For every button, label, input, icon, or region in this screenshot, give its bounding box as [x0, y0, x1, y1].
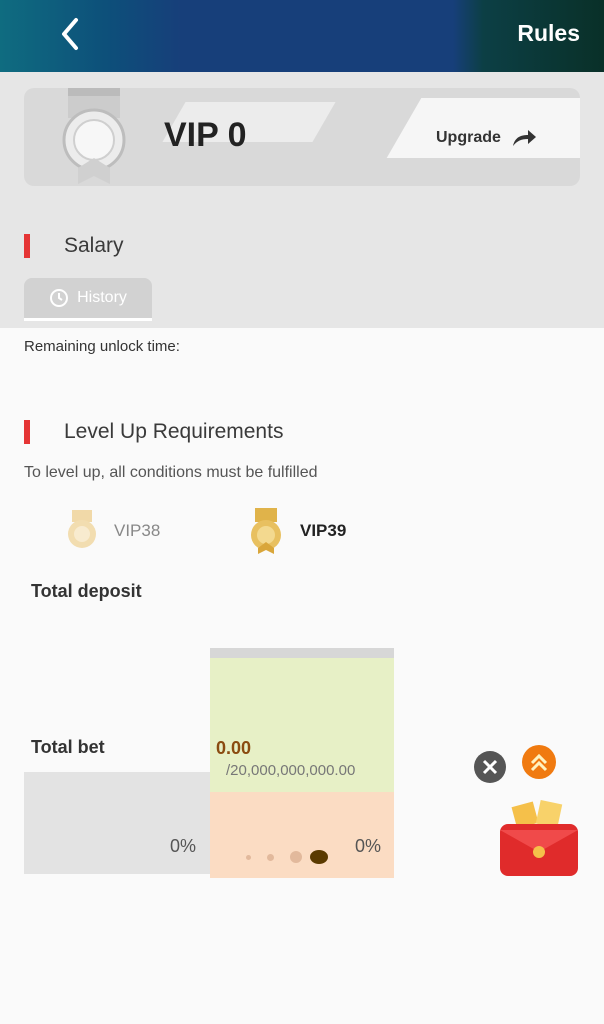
- carousel-dot[interactable]: [267, 853, 274, 861]
- total-deposit-label: Total deposit: [31, 581, 142, 601]
- current-level: VIP38: [64, 510, 160, 552]
- share-arrow-icon: [512, 130, 536, 146]
- upgrade-label: Upgrade: [436, 129, 501, 146]
- double-chevron-up-icon: [530, 753, 548, 772]
- vip-medal-icon: [62, 88, 126, 184]
- history-button[interactable]: History: [24, 278, 152, 321]
- red-envelope-icon[interactable]: [494, 800, 584, 880]
- carousel-dot-active[interactable]: [310, 850, 328, 864]
- carousel-dot[interactable]: [290, 851, 302, 863]
- level-up-subtitle: To level up, all conditions must be fulf…: [24, 464, 318, 481]
- clock-icon: [50, 289, 69, 307]
- bet-progress-header: [210, 648, 394, 658]
- deposit-percent: 0%: [170, 836, 197, 856]
- level-up-title: Level Up Requirements: [64, 420, 284, 443]
- vip-medal-icon: [251, 508, 281, 554]
- section-marker: [24, 234, 30, 258]
- bet-target-value: /20,000,000,000.00: [226, 762, 356, 779]
- bet-percent: 0%: [355, 836, 382, 856]
- vip-level-title: VIP 0: [164, 116, 247, 154]
- total-bet-label: Total bet: [31, 737, 105, 757]
- salary-title: Salary: [64, 234, 124, 257]
- vip-card: VIP 0 Upgrade: [24, 88, 580, 186]
- bet-current-value: 0.00: [216, 738, 252, 758]
- close-button[interactable]: [474, 751, 506, 783]
- carousel-dot[interactable]: [246, 854, 251, 860]
- next-level: VIP39: [246, 508, 346, 554]
- deposit-progress-panel: [24, 772, 210, 874]
- app-header: Rules: [0, 0, 604, 72]
- carousel-dots: [246, 850, 328, 864]
- back-button[interactable]: [52, 14, 92, 54]
- scroll-up-button[interactable]: [522, 745, 556, 779]
- upgrade-button[interactable]: Upgrade: [436, 128, 537, 148]
- close-icon: [482, 759, 498, 775]
- section-marker: [24, 420, 30, 444]
- next-level-label: VIP39: [300, 521, 347, 540]
- vip-medal-icon: [68, 510, 96, 548]
- back-arrow-icon: [62, 18, 78, 50]
- rules-button[interactable]: Rules: [517, 20, 580, 47]
- bet-progress-footer: [210, 792, 394, 878]
- current-level-label: VIP38: [114, 521, 161, 540]
- history-label: History: [77, 289, 127, 306]
- remaining-unlock-time: Remaining unlock time:: [24, 338, 180, 355]
